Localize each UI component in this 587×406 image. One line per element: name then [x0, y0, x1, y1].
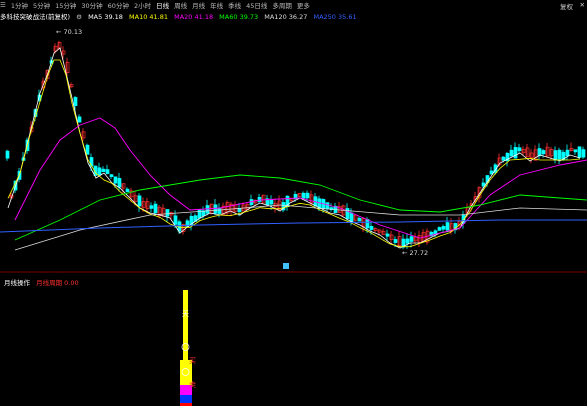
candle — [261, 194, 266, 204]
candle — [357, 217, 362, 222]
candle — [213, 204, 218, 214]
candle — [353, 214, 358, 221]
marker-icon — [283, 263, 289, 269]
lower-indicator-legend: 月线操作 月线周期 0.00 — [4, 277, 83, 287]
candle — [581, 149, 586, 158]
candle — [513, 147, 518, 159]
candle — [569, 147, 574, 152]
candle — [525, 147, 530, 158]
kline-chart[interactable]: ← 70.13 ← 27.72 天买卖 — [0, 0, 587, 406]
candle — [577, 146, 582, 158]
candle — [549, 148, 554, 157]
candle — [381, 230, 386, 235]
candle — [145, 201, 150, 209]
candle — [437, 227, 442, 231]
candle — [521, 148, 526, 154]
signal-buy-label: 买 — [189, 357, 196, 365]
candle — [565, 149, 570, 157]
candle — [349, 212, 354, 223]
candle — [257, 196, 262, 202]
candle — [153, 203, 158, 214]
signal-bar-blue — [180, 395, 192, 403]
candle — [573, 149, 578, 153]
candle — [233, 204, 238, 212]
candle — [61, 50, 66, 55]
candle — [101, 168, 106, 172]
candle — [57, 41, 62, 49]
candle — [545, 146, 550, 157]
candle — [441, 226, 446, 230]
candle — [553, 150, 558, 161]
candle — [117, 178, 122, 188]
candle — [69, 84, 74, 88]
candle — [73, 97, 78, 106]
candle — [345, 208, 350, 219]
candle — [305, 192, 310, 199]
candle — [149, 205, 154, 209]
ma10-line — [7, 59, 581, 248]
candle — [269, 198, 274, 205]
candle — [161, 207, 166, 217]
candle — [557, 149, 562, 160]
candle — [125, 188, 130, 193]
signal-top-label: 天 — [182, 310, 189, 318]
candle — [373, 228, 378, 231]
candle — [389, 234, 394, 241]
candle — [65, 61, 70, 73]
candle — [393, 239, 398, 243]
candle — [173, 215, 178, 225]
candle — [405, 238, 410, 244]
candle — [537, 148, 542, 157]
candle — [541, 150, 546, 155]
low-price-label: ← 27.72 — [402, 249, 428, 257]
candle — [517, 147, 522, 152]
ma250-line — [0, 219, 587, 233]
candle — [501, 156, 506, 161]
candle — [409, 236, 414, 242]
lower-indicator-value: 月线周期 0.00 — [36, 279, 79, 287]
candle — [165, 209, 170, 217]
candle — [109, 174, 114, 177]
candle — [97, 167, 102, 176]
candle — [217, 208, 222, 214]
candle — [137, 195, 142, 207]
signal-sell-label: 卖 — [189, 381, 196, 389]
candle — [237, 208, 242, 213]
candle — [5, 150, 10, 159]
candle — [377, 229, 382, 233]
signal-bar-yellow — [183, 290, 188, 360]
candle — [81, 131, 86, 139]
candle — [417, 235, 422, 243]
candle — [133, 195, 138, 202]
candle — [397, 236, 402, 246]
candle — [105, 169, 110, 174]
candle — [301, 192, 306, 199]
candle — [309, 194, 314, 204]
candle — [529, 152, 534, 158]
high-price-label: ← 70.13 — [56, 28, 82, 36]
candle — [121, 183, 126, 189]
candle — [113, 176, 118, 184]
candle — [297, 193, 302, 197]
candle — [141, 201, 146, 208]
candle — [413, 236, 418, 242]
candle — [85, 144, 90, 155]
candle — [365, 219, 370, 229]
candle — [325, 202, 330, 210]
ma5-line — [7, 47, 581, 249]
candle — [509, 149, 514, 157]
candle — [77, 116, 82, 123]
candle — [197, 209, 202, 219]
candle — [445, 222, 450, 231]
lower-indicator-name: 月线操作 — [4, 279, 30, 287]
candle — [369, 226, 374, 230]
ma60-line — [14, 174, 587, 241]
candle — [385, 233, 390, 237]
